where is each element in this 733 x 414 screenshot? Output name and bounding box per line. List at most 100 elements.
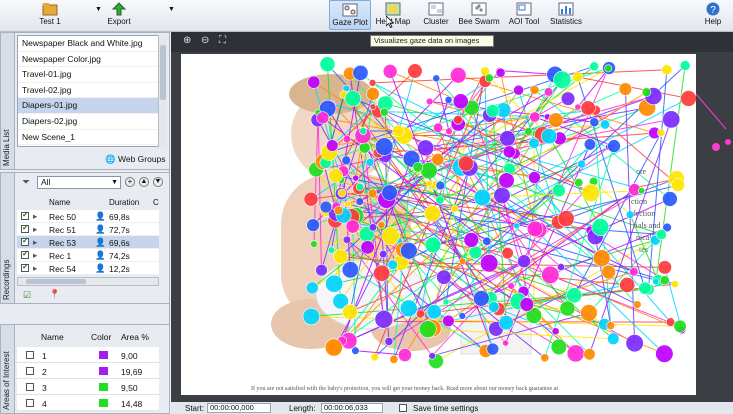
aoi-tab[interactable]: Areas of Interest [1, 325, 15, 413]
recording-duration: 12,2s [109, 264, 130, 274]
cluster-button[interactable]: Cluster [418, 0, 454, 30]
recording-checkbox[interactable] [21, 223, 29, 233]
check-all-icon[interactable]: ☑ [23, 290, 31, 301]
media-item[interactable]: Newspaper Black and White.jpg [18, 36, 158, 52]
aoi-name: 1 [42, 351, 47, 361]
gaze-fixation [641, 87, 652, 97]
stimulus-side-text: ore [636, 167, 647, 176]
recordings-scrollbar-h[interactable] [17, 277, 159, 286]
statistics-button[interactable]: Statistics [546, 0, 586, 30]
help-icon: ? [706, 2, 720, 16]
aoi-header: Name Color Area % [17, 327, 159, 345]
recording-checkbox[interactable] [21, 236, 29, 246]
media-item[interactable]: New Scene_1 [18, 130, 158, 146]
media-item[interactable]: Travel-02.jpg [18, 83, 158, 99]
length-label: Length: [289, 404, 316, 413]
col-color[interactable]: Color [91, 332, 111, 342]
col-name[interactable]: Name [41, 332, 64, 342]
media-item[interactable]: Newspaper Color.jpg [18, 52, 158, 68]
col-extra[interactable]: C [153, 198, 159, 207]
gaze-fixation [450, 67, 467, 84]
gaze-fixation [399, 299, 418, 318]
gaze-fixation [424, 236, 442, 254]
gaze-fixation [725, 139, 731, 145]
save-time-settings-checkbox[interactable] [399, 404, 407, 412]
add-recording-icon[interactable]: + [125, 177, 135, 187]
recording-row-selected[interactable]: ▸ Rec 53 👤 69,6s [17, 236, 159, 249]
zoom-in-icon[interactable]: ⊕ [183, 35, 191, 46]
media-list-scrollbar[interactable] [158, 35, 167, 147]
statistics-icon [558, 2, 574, 16]
gaze-fixation [557, 210, 575, 228]
stimulus-image[interactable]: ore ction fection rials and nically tes … [181, 54, 697, 395]
aoi-tool-button[interactable]: AOI Tool [504, 0, 544, 30]
aoi-row[interactable]: 4 14,48 [17, 395, 159, 411]
gaze-fixation [482, 236, 492, 246]
cluster-icon [428, 2, 444, 16]
gaze-fixation [415, 309, 425, 319]
recording-row[interactable]: ▸ Rec 51 👤 72,7s [17, 223, 159, 236]
gaze-fixation [574, 103, 582, 111]
media-item[interactable]: Diapers-02.jpg [18, 114, 158, 130]
media-list-tab[interactable]: Media List [1, 33, 15, 169]
recordings-panel: Recordings ⏷ All ▼ + ▲ ▼ Name Duration C… [0, 172, 170, 304]
aoi-color-swatch[interactable] [99, 383, 108, 391]
web-groups-button[interactable]: 🌐 Web Groups [105, 154, 166, 165]
aoi-color-swatch[interactable] [99, 351, 108, 359]
test-button[interactable]: Test 1 [28, 0, 72, 30]
aoi-tool-label: AOI Tool [508, 17, 540, 26]
col-area[interactable]: Area % [121, 332, 149, 342]
gaze-fixation [601, 264, 616, 280]
gaze-fixation [484, 73, 494, 83]
recordings-tab[interactable]: Recordings [1, 173, 15, 303]
gaze-fixation [577, 159, 586, 169]
gaze-fixation [580, 304, 598, 322]
recording-checkbox[interactable] [21, 210, 29, 220]
aoi-checkbox[interactable] [26, 399, 34, 407]
recordings-filter-select[interactable]: All ▼ [37, 176, 121, 189]
gaze-fixation [428, 352, 436, 360]
help-button[interactable]: ? Help [700, 0, 726, 30]
zoom-out-icon[interactable]: ⊖ [201, 35, 209, 46]
length-time-input[interactable]: 00:00:06,033 [321, 403, 383, 413]
aoi-checkbox[interactable] [26, 351, 34, 359]
start-time-input[interactable]: 00:00:00,000 [207, 403, 271, 413]
media-item-selected[interactable]: Diapers-01.jpg [18, 98, 158, 114]
col-name[interactable]: Name [49, 198, 70, 207]
aoi-checkbox[interactable] [26, 383, 34, 391]
export-button[interactable]: Export [98, 0, 140, 30]
move-down-icon[interactable]: ▼ [153, 177, 163, 187]
aoi-row[interactable]: 2 19,69 [17, 363, 159, 379]
gaze-fixation [306, 218, 320, 232]
gaze-fixation [303, 191, 319, 207]
aoi-row[interactable]: 3 9,50 [17, 379, 159, 395]
gaze-fixation [384, 337, 394, 346]
gaze-fixation [442, 298, 450, 306]
gaze-fixation [333, 249, 349, 265]
gaze-plot-button[interactable]: Gaze Plot [329, 0, 371, 30]
aoi-color-swatch[interactable] [99, 399, 108, 407]
recording-row[interactable]: ▸ Rec 54 👤 12,2s [17, 262, 159, 275]
gaze-fixation [517, 254, 531, 269]
gaze-fixation [625, 210, 635, 219]
recording-row[interactable]: ▸ Rec 50 👤 69,8s [17, 210, 159, 223]
media-item[interactable]: Travel-01.jpg [18, 67, 158, 83]
fit-to-window-icon[interactable]: ⛶ [219, 35, 226, 46]
heat-map-icon [385, 2, 401, 16]
recording-row[interactable]: ▸ Rec 1 👤 74,2s [17, 249, 159, 262]
recording-checkbox[interactable] [21, 262, 29, 272]
filter-icon[interactable]: ⏷ [22, 177, 30, 188]
aoi-checkbox[interactable] [26, 367, 34, 375]
gaze-fixation [498, 315, 514, 331]
recordings-header: Name Duration C [17, 197, 159, 209]
recording-checkbox[interactable] [21, 249, 29, 259]
bee-swarm-button[interactable]: Bee Swarm [456, 0, 502, 30]
pin-icon[interactable]: 📍 [49, 289, 60, 300]
gaze-fixation [657, 128, 666, 137]
gaze-fixation [342, 135, 352, 144]
export-dropdown-arrow-icon[interactable]: ▼ [168, 6, 175, 13]
aoi-color-swatch[interactable] [99, 367, 108, 375]
col-duration[interactable]: Duration [109, 198, 139, 207]
move-up-icon[interactable]: ▲ [139, 177, 149, 187]
aoi-row[interactable]: 1 9,00 [17, 347, 159, 363]
